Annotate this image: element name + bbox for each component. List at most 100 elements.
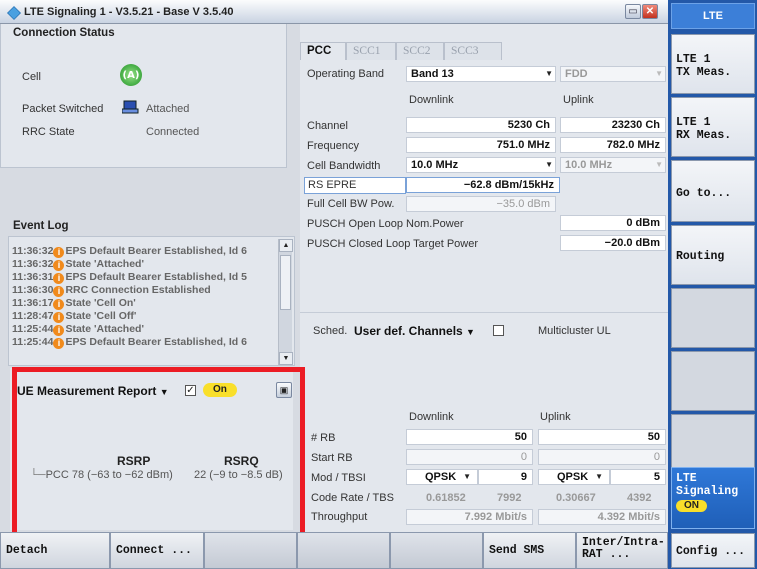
code-rate-label: Code Rate / TBS: [311, 492, 394, 504]
softkey-routing[interactable]: Routing: [671, 225, 755, 285]
minimize-button[interactable]: ▭: [625, 4, 641, 19]
event-log-list[interactable]: 11:36:32 i EPS Default Bearer Established,…: [8, 236, 295, 366]
duplex-value: FDD: [565, 68, 588, 80]
bandwidth-dl-value: 10.0 MHz: [411, 159, 459, 171]
operating-band-select[interactable]: Band 13 ▼: [406, 66, 556, 82]
rb-ul-field[interactable]: 50: [538, 429, 666, 445]
duplex-select[interactable]: FDD ▼: [560, 66, 666, 82]
detach-button[interactable]: Detach: [0, 532, 110, 569]
close-button[interactable]: ✕: [642, 4, 658, 19]
mod-tbsi-label: Mod / TBSI: [311, 472, 366, 484]
event-log-item[interactable]: 11:28:47 i State 'Cell Off': [12, 310, 136, 323]
softkey-tx-meas[interactable]: LTE 1 TX Meas.: [671, 34, 755, 94]
bottom-empty-3[interactable]: [390, 532, 483, 569]
event-text: EPS Default Bearer Established, Id 6: [65, 245, 247, 257]
softkey-config[interactable]: Config ...: [671, 533, 755, 568]
ue-meas-checkbox[interactable]: ✓: [185, 385, 196, 396]
rb-label: # RB: [311, 432, 336, 444]
softkey-lte-signaling[interactable]: LTE Signaling ON: [671, 467, 755, 529]
uplink-header: Uplink: [563, 94, 594, 106]
multicluster-checkbox[interactable]: [493, 325, 504, 336]
ue-meas-row-label: PCC: [45, 469, 69, 481]
connect-button[interactable]: Connect ...: [110, 532, 204, 569]
event-log-item[interactable]: 11:36:17 i State 'Cell On': [12, 297, 136, 310]
ue-meas-detail-button[interactable]: ▣: [276, 382, 292, 398]
event-log-item[interactable]: 11:36:32 i State 'Attached': [12, 258, 144, 271]
ue-meas-dropdown[interactable]: UE Measurement Report ▼: [17, 384, 169, 398]
event-log-item[interactable]: 11:36:30 i RRC Connection Established: [12, 284, 211, 297]
tbs-dl: 7992: [497, 492, 522, 504]
frequency-dl-field[interactable]: 751.0 MHz: [406, 137, 556, 153]
frequency-ul-field[interactable]: 782.0 MHz: [560, 137, 666, 153]
event-time: 11:36:17: [12, 297, 54, 309]
inter-intra-rat-button[interactable]: Inter/Intra- RAT ...: [576, 532, 668, 569]
chevron-down-icon: ▼: [545, 160, 553, 169]
softkey-rx-meas[interactable]: LTE 1 RX Meas.: [671, 97, 755, 157]
pusch-closed-loop-field[interactable]: −20.0 dBm: [560, 235, 666, 251]
lte-signaling-on-badge: ON: [676, 500, 707, 512]
info-icon: i: [53, 299, 65, 310]
rs-epre-field[interactable]: −62.8 dBm/15kHz: [406, 177, 560, 193]
channel-ul-field[interactable]: 23230 Ch: [560, 117, 666, 133]
softkey-lte-header[interactable]: LTE: [671, 3, 755, 29]
send-sms-button[interactable]: Send SMS: [483, 532, 576, 569]
connection-status-header: Connection Status: [13, 27, 115, 39]
multicluster-label: Multicluster UL: [538, 325, 611, 337]
tab-scc2[interactable]: SCC2: [396, 42, 444, 60]
event-time: 11:36:32: [12, 258, 54, 270]
bandwidth-ul-value: 10.0 MHz: [565, 159, 613, 171]
pusch-open-loop-label: PUSCH Open Loop Nom.Power: [307, 218, 464, 230]
packet-switched-value: Attached: [146, 103, 190, 115]
chevron-down-icon: ▼: [159, 387, 169, 397]
event-log-item[interactable]: 11:25:44 i State 'Attached': [12, 323, 144, 336]
start-rb-label: Start RB: [311, 452, 353, 464]
chevron-down-icon: ▼: [655, 160, 663, 169]
carrier-tabs: PCC SCC1 SCC2 SCC3: [300, 42, 668, 60]
chevron-down-icon: ▼: [655, 69, 663, 78]
event-log-item[interactable]: 11:25:44 i EPS Default Bearer Established,…: [12, 336, 247, 349]
bandwidth-dl-select[interactable]: 10.0 MHz ▼: [406, 157, 556, 173]
rb-dl-field[interactable]: 50: [406, 429, 533, 445]
start-rb-dl-field: 0: [406, 449, 533, 465]
scroll-up-icon[interactable]: ▲: [279, 239, 293, 252]
event-time: 11:25:44: [12, 336, 54, 348]
softkey-empty-1[interactable]: [671, 288, 755, 348]
ue-meas-row: └─PCC 78 (−63 to −62 dBm): [30, 469, 173, 481]
pusch-open-loop-field[interactable]: 0 dBm: [560, 215, 666, 231]
info-icon: i: [53, 273, 65, 284]
rsrq-header: RSRQ: [224, 454, 259, 468]
cell-on-icon: (A): [120, 64, 142, 86]
operating-band-value: Band 13: [411, 68, 454, 80]
event-log-header: Event Log: [13, 220, 69, 232]
tbsi-dl-field[interactable]: 9: [478, 469, 533, 485]
full-cell-bw-field: −35.0 dBm: [406, 196, 556, 212]
channel-label: Channel: [307, 120, 348, 132]
channel-dl-field[interactable]: 5230 Ch: [406, 117, 556, 133]
tab-scc1[interactable]: SCC1: [346, 42, 396, 60]
event-log-item[interactable]: 11:36:32 i EPS Default Bearer Established,…: [12, 245, 247, 258]
mod-dl-value: QPSK: [425, 471, 457, 483]
sched-uplink-header: Uplink: [540, 411, 571, 423]
bottom-empty-2[interactable]: [297, 532, 390, 569]
bandwidth-ul-select[interactable]: 10.0 MHz ▼: [560, 157, 666, 173]
rs-epre-label: RS EPRE: [304, 177, 406, 194]
mod-dl-select[interactable]: QPSK ▼: [406, 469, 478, 485]
event-text: State 'Cell On': [65, 297, 136, 309]
softkey-empty-3[interactable]: [671, 414, 755, 474]
sched-select[interactable]: User def. Channels ▼: [354, 324, 475, 338]
mod-ul-select[interactable]: QPSK ▼: [538, 469, 610, 485]
softkey-empty-2[interactable]: [671, 351, 755, 411]
tab-pcc[interactable]: PCC: [300, 42, 346, 60]
softkey-goto[interactable]: Go to...: [671, 160, 755, 222]
scroll-thumb[interactable]: [280, 255, 291, 310]
info-icon: i: [53, 325, 65, 336]
event-log-item[interactable]: 11:36:31 i EPS Default Bearer Established,…: [12, 271, 247, 284]
scroll-down-icon[interactable]: ▼: [279, 352, 293, 365]
lte-signaling-label: LTE Signaling: [676, 472, 739, 498]
tbsi-ul-field[interactable]: 5: [610, 469, 666, 485]
bottom-empty-1[interactable]: [204, 532, 297, 569]
sched-downlink-header: Downlink: [409, 411, 454, 423]
event-text: State 'Cell Off': [65, 310, 137, 322]
event-log-scrollbar[interactable]: ▲ ▼: [278, 239, 293, 365]
tab-scc3[interactable]: SCC3: [444, 42, 502, 60]
